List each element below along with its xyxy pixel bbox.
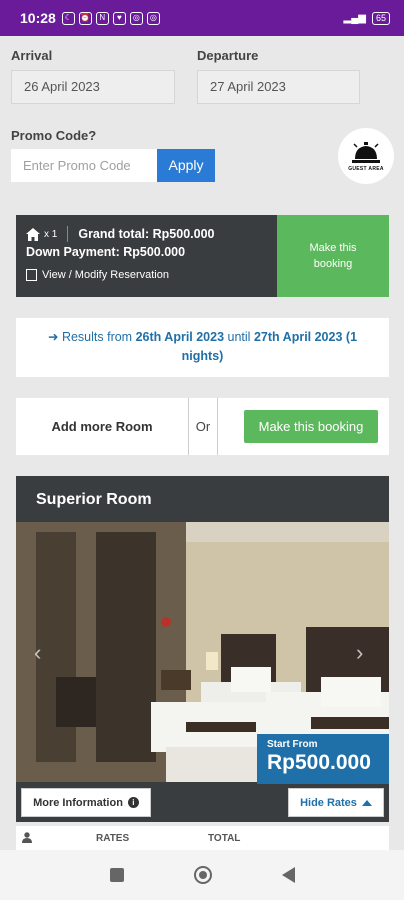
app-icon-2: ◎ [129, 11, 143, 25]
room-title: Superior Room [36, 491, 152, 508]
recents-icon[interactable] [109, 868, 124, 882]
app-icon: ♥ [112, 11, 126, 25]
departure-label: Departure [197, 48, 259, 63]
summary-details: x 1 Grand total: Rp500.000 Down Payment:… [16, 215, 277, 297]
departure-date-field[interactable]: 27 April 2023 [197, 70, 360, 104]
notification-icon: N [95, 11, 109, 25]
moon-icon: ☾ [61, 11, 75, 25]
carousel-next-icon[interactable]: › [356, 640, 363, 666]
room-card: Superior Room ‹ › Start From Rp500.000 M… [16, 476, 389, 822]
arrival-date-field[interactable]: 26 April 2023 [11, 70, 175, 104]
action-bar: Add more Room Or Make this booking [16, 398, 389, 455]
battery-icon: 65 [371, 11, 390, 25]
info-icon: i [127, 797, 139, 808]
system-nav-bar [0, 850, 404, 900]
status-right: ▂▄▆ 65 [343, 11, 390, 25]
more-information-button[interactable]: More Information i [21, 788, 151, 817]
document-icon [26, 269, 37, 281]
make-booking-button[interactable]: Make this booking [244, 410, 378, 443]
app-icon-3: ◎ [146, 11, 160, 25]
caret-up-icon [361, 799, 372, 806]
price-box: Start From Rp500.000 [257, 734, 389, 784]
results-until: until [227, 330, 251, 344]
down-payment: Down Payment: Rp500.000 [26, 245, 186, 259]
summary-total-row: x 1 Grand total: Rp500.000 [26, 225, 267, 243]
grand-total: Grand total: Rp500.000 [78, 227, 215, 241]
room-price: Rp500.000 [267, 751, 371, 774]
hide-rates-button[interactable]: Hide Rates [288, 788, 384, 817]
total-column-header: TOTAL [208, 833, 241, 844]
status-notification-icons: ☾ ⏰ N ♥ ◎ ◎ [61, 11, 160, 25]
hide-rates-label: Hide Rates [300, 796, 357, 809]
make-booking-button-summary[interactable]: Make this booking [277, 215, 389, 297]
divider [67, 226, 69, 242]
or-separator: Or [188, 398, 218, 455]
carousel-prev-icon[interactable]: ‹ [34, 640, 41, 666]
room-count: x 1 [44, 228, 58, 240]
arrival-label: Arrival [11, 48, 53, 63]
arrow-right-icon: ➜ [47, 330, 59, 344]
results-range: ➜ Results from 26th April 2023 until 27t… [16, 318, 389, 377]
results-from-date: 26th April 2023 [135, 330, 225, 344]
rates-table-header: RATES TOTAL [16, 826, 389, 850]
rates-column-header: RATES [96, 833, 130, 844]
add-more-room-button[interactable]: Add more Room [16, 419, 188, 434]
apply-button[interactable]: Apply [157, 149, 215, 182]
promo-label: Promo Code? [11, 128, 97, 143]
view-modify-label: View / Modify Reservation [42, 269, 169, 281]
home-icon [26, 227, 40, 241]
results-until-date: 27th April 2023 [253, 330, 343, 344]
view-modify-link[interactable]: View / Modify Reservation [26, 269, 267, 281]
start-from-label: Start From [267, 739, 318, 750]
guest-area-label: GUEST AREA [348, 165, 384, 172]
bell-icon [352, 141, 380, 163]
promo-code-input[interactable] [11, 149, 157, 182]
guest-area-button[interactable]: GUEST AREA [338, 128, 394, 184]
alarm-icon: ⏰ [78, 11, 92, 25]
status-time: 10:28 [20, 10, 56, 26]
person-icon [22, 832, 32, 843]
signal-icon: ▂▄▆ [343, 12, 366, 24]
status-bar: 10:28 ☾ ⏰ N ♥ ◎ ◎ ▂▄▆ 65 [0, 0, 404, 36]
back-icon[interactable] [281, 867, 295, 883]
more-information-label: More Information [33, 796, 123, 809]
home-button-icon[interactable] [193, 866, 212, 884]
booking-summary: x 1 Grand total: Rp500.000 Down Payment:… [16, 215, 389, 297]
results-prefix: Results from [61, 330, 133, 344]
